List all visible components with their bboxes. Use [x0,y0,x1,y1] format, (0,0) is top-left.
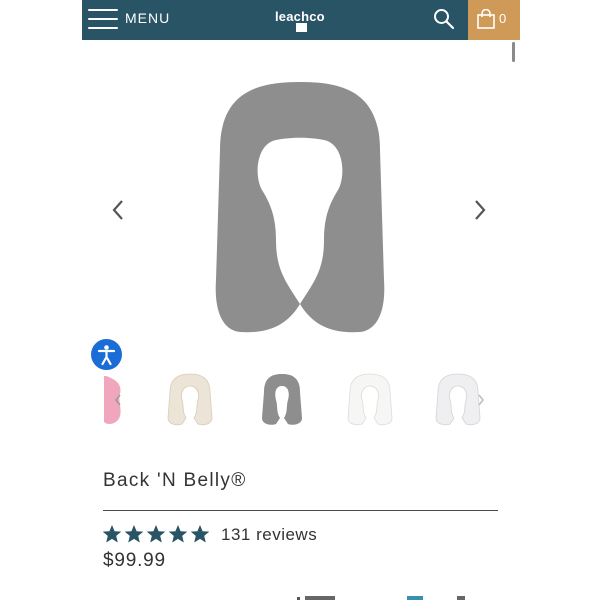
hamburger-icon [88,9,118,11]
scrollbar-thumb[interactable] [512,42,515,62]
cart-button[interactable]: 0 [468,0,520,40]
menu-label[interactable]: MENU [125,10,170,26]
star-icon [190,525,210,543]
product-main-image [215,82,385,333]
divider [103,510,498,511]
accessibility-button[interactable] [91,339,122,370]
chevron-right-icon [475,200,486,220]
brand-logo[interactable]: leachco [275,6,325,32]
previous-image-button[interactable] [106,195,130,225]
accessibility-icon [97,345,116,366]
logo-square-mark [296,23,307,32]
product-title: Back 'N Belly® [103,470,247,491]
product-page: MENU leachco 0 Back 'N Belly® 131 review… [82,0,520,600]
search-button[interactable] [432,7,456,31]
star-icon [146,525,166,543]
search-icon [434,9,455,30]
next-image-button[interactable] [468,195,492,225]
thumbnail-gray[interactable] [256,372,308,426]
thumbnail-white[interactable] [344,372,396,426]
chevron-left-icon [112,200,123,220]
cart-count: 0 [499,11,507,26]
thumbnail-carousel [82,368,520,428]
thumbnail-next-arrow[interactable] [475,392,487,408]
star-icon [102,525,122,543]
logo-text: leachco [275,9,325,24]
review-count-link[interactable]: 131 reviews [221,525,317,545]
shopping-bag-icon [477,9,495,29]
product-price: $99.99 [103,550,166,571]
cut-off-text-row [297,596,465,600]
thumbnail-cream-dot[interactable] [164,372,216,426]
thumbnail-prev-arrow[interactable] [112,392,124,408]
top-navigation-bar: MENU leachco 0 [82,0,520,40]
star-rating[interactable] [102,524,210,546]
star-icon [168,525,188,543]
menu-button[interactable] [88,8,118,30]
star-icon [124,525,144,543]
